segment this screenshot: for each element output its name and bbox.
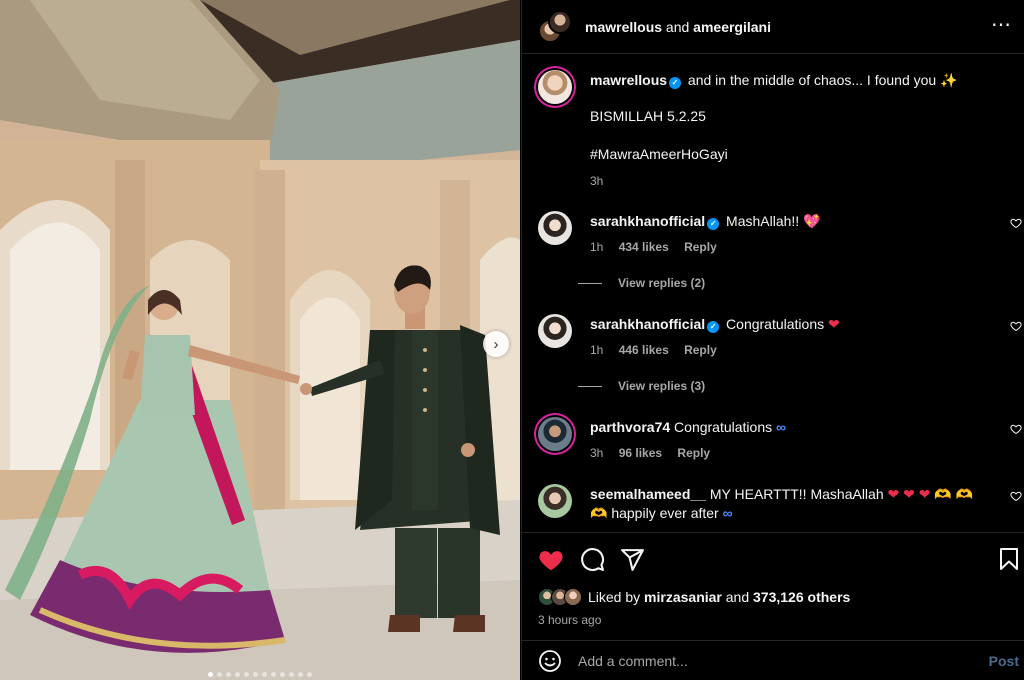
comment-username[interactable]: sarahkhanofficial <box>590 213 705 229</box>
more-options-icon[interactable]: ⋯ <box>991 15 1012 35</box>
view-replies-label: View replies (2) <box>618 276 706 290</box>
bookmark-icon[interactable] <box>998 547 1020 571</box>
comment-input[interactable] <box>578 652 958 669</box>
carousel-dot <box>217 672 222 677</box>
share-icon[interactable] <box>620 547 645 572</box>
avatar <box>564 588 582 606</box>
avatar[interactable] <box>538 70 572 104</box>
collab-avatars[interactable] <box>538 9 572 44</box>
comment-text: MY HEARTTT!! MashaAllah <box>709 486 888 502</box>
carousel-dot <box>271 672 276 677</box>
divider <box>578 385 602 387</box>
carousel-dot <box>208 672 213 677</box>
chevron-right-icon: › <box>493 335 499 353</box>
comment-emoji: ∞ <box>776 419 786 435</box>
verified-badge-icon: ✓ <box>669 77 682 89</box>
liked-by-and: and <box>725 589 750 605</box>
carousel-dot <box>307 672 312 677</box>
likes-count[interactable]: 373,126 others <box>753 589 850 605</box>
liked-by-username[interactable]: mirzasaniar <box>644 589 722 605</box>
comment-text: MashAllah!! <box>726 213 804 229</box>
comment-emoji: 🫶 <box>590 505 608 521</box>
verified-badge-icon: ✓ <box>707 321 720 333</box>
comment-emoji: ∞ <box>722 505 733 521</box>
comment-likes[interactable]: 434 likes <box>619 240 669 254</box>
divider <box>578 282 602 284</box>
avatar[interactable] <box>538 484 572 518</box>
like-comment-icon[interactable] <box>1010 217 1022 229</box>
carousel-dot <box>244 672 249 677</box>
comment-username[interactable]: parthvora74 <box>590 419 670 435</box>
author-conjunction: and <box>665 18 690 35</box>
post-image[interactable]: › <box>0 0 520 680</box>
comment-text: Congratulations <box>726 316 828 332</box>
caption-username[interactable]: mawrellous <box>590 72 667 88</box>
emoji-icon[interactable] <box>538 649 562 673</box>
avatar[interactable] <box>538 314 572 348</box>
comment-time[interactable]: 1h <box>590 240 603 254</box>
comment-username[interactable]: seemalhameed__ <box>590 486 706 502</box>
avatar[interactable] <box>538 211 572 245</box>
likes-summary: Liked by mirzasaniar and 373,126 others <box>538 588 850 606</box>
comment-text: happily ever after <box>607 505 723 521</box>
liked-by-prefix: Liked by <box>588 589 641 605</box>
comment-icon[interactable] <box>580 547 605 572</box>
post-side-panel: mawrellous and ameergilani ⋯ mawrellous ✓… <box>521 0 1024 680</box>
comment-likes[interactable]: 96 likes <box>619 446 662 460</box>
view-replies-button[interactable]: View replies (2) <box>578 276 705 290</box>
comment-emoji: ❤ <box>828 316 840 332</box>
carousel-dot <box>280 672 285 677</box>
carousel-dot <box>298 672 303 677</box>
carousel-dot <box>262 672 267 677</box>
post-actions: Liked by mirzasaniar and 373,126 others … <box>522 532 1024 640</box>
like-comment-icon[interactable] <box>1010 490 1022 502</box>
comment-text: Congratulations <box>674 419 776 435</box>
carousel-dot <box>253 672 258 677</box>
verified-badge-icon: ✓ <box>707 218 720 230</box>
comment-time[interactable]: 1h <box>590 343 603 357</box>
carousel-dot <box>226 672 231 677</box>
reply-button[interactable]: Reply <box>684 343 717 357</box>
caption-hashtag[interactable]: #MawraAmeerHoGayi <box>590 145 984 164</box>
view-replies-button[interactable]: View replies (3) <box>578 379 705 393</box>
avatar[interactable] <box>538 417 572 451</box>
avatar <box>548 9 572 34</box>
like-comment-icon[interactable] <box>1010 320 1022 332</box>
wedding-photo-illustration <box>0 0 520 680</box>
post-authors: mawrellous and ameergilani <box>585 19 771 35</box>
caption-line: BISMILLAH 5.2.25 <box>590 108 706 124</box>
post-header: mawrellous and ameergilani ⋯ <box>522 0 1024 54</box>
like-heart-icon[interactable] <box>538 547 564 573</box>
caption-time[interactable]: 3h <box>590 174 984 188</box>
like-comment-icon[interactable] <box>1010 423 1022 435</box>
comment-emoji: 💖 <box>803 213 821 229</box>
comments-list[interactable]: mawrellous ✓ and in the middle of chaos..… <box>522 54 1024 532</box>
add-comment-bar: Post <box>522 640 1024 680</box>
reply-button[interactable]: Reply <box>677 446 710 460</box>
carousel-indicator <box>0 672 520 677</box>
carousel-dot <box>289 672 294 677</box>
author-username[interactable]: mawrellous <box>585 19 662 35</box>
author-username[interactable]: ameergilani <box>693 19 771 35</box>
comment-emoji: ❤ ❤ ❤ 🫶 🫶 <box>887 486 974 502</box>
next-image-button[interactable]: › <box>483 331 509 357</box>
view-replies-label: View replies (3) <box>618 379 706 393</box>
caption-text: and in the middle of chaos... I found yo… <box>687 72 958 88</box>
reply-button[interactable]: Reply <box>684 240 717 254</box>
post-comment-button[interactable]: Post <box>989 653 1019 669</box>
carousel-dot <box>235 672 240 677</box>
comment-likes[interactable]: 446 likes <box>619 343 669 357</box>
comment-username[interactable]: sarahkhanofficial <box>590 316 705 332</box>
comment-time[interactable]: 3h <box>590 446 603 460</box>
post-time[interactable]: 3 hours ago <box>538 613 601 627</box>
